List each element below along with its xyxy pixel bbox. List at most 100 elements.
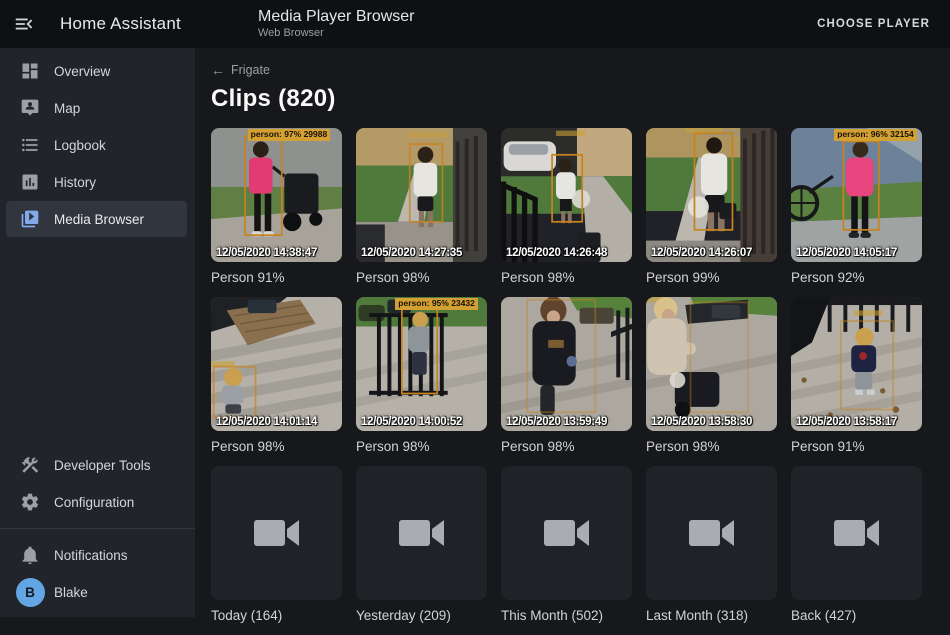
- clip-thumbnail: person: 96% 3215412/05/2020 14:05:17: [791, 128, 922, 262]
- clip-card[interactable]: 12/05/2020 14:27:35 Person 98%: [356, 128, 487, 285]
- clip-label: Person 91%: [211, 270, 342, 285]
- folder-card[interactable]: Today (164): [211, 466, 342, 623]
- sidebar-item-label: Notifications: [54, 548, 128, 563]
- clip-thumbnail: person: 97% 2998812/05/2020 14:38:47: [211, 128, 342, 262]
- app-title: Home Assistant: [60, 14, 181, 34]
- folder-card[interactable]: Yesterday (209): [356, 466, 487, 623]
- clip-timestamp: 12/05/2020 13:58:30: [651, 416, 752, 428]
- folder-card[interactable]: This Month (502): [501, 466, 632, 623]
- developer-tools-icon: [20, 455, 40, 475]
- clip-timestamp: 12/05/2020 14:05:17: [796, 247, 897, 259]
- clip-scene-image: [356, 128, 487, 262]
- sidebar-item-label: Configuration: [54, 495, 134, 510]
- view-dashboard-icon: [20, 61, 40, 81]
- page-title-block: Media Player Browser Web Browser: [258, 7, 415, 40]
- clip-scene-image: [501, 297, 632, 431]
- folder-thumbnail: [211, 466, 342, 600]
- clip-card[interactable]: person: 95% 23432 12/05/2020 14:00:52 Pers…: [356, 297, 487, 454]
- clip-card[interactable]: 12/05/2020 14:26:48 Person 98%: [501, 128, 632, 285]
- clip-timestamp: 12/05/2020 13:58:17: [796, 416, 897, 428]
- folder-card[interactable]: Last Month (318): [646, 466, 777, 623]
- clip-label: Person 99%: [646, 270, 777, 285]
- sidebar-item-label: Logbook: [54, 138, 106, 153]
- clip-label: Person 98%: [211, 439, 342, 454]
- video-camera-icon: [689, 516, 735, 550]
- clip-card[interactable]: 12/05/2020 13:59:49Person 98%: [501, 297, 632, 454]
- clip-label: Person 91%: [791, 439, 922, 454]
- sidebar-item-label: History: [54, 175, 96, 190]
- video-camera-icon: [834, 516, 880, 550]
- clip-timestamp: 12/05/2020 14:01:14: [216, 416, 317, 428]
- sidebar-item-map[interactable]: Map: [6, 90, 187, 126]
- avatar: B: [16, 578, 45, 607]
- folder-label: Back (427): [791, 608, 922, 623]
- choose-player-button[interactable]: CHOOSE PLAYER: [811, 0, 936, 48]
- sidebar-divider: [0, 528, 195, 529]
- sidebar-toggle-button[interactable]: [0, 0, 48, 48]
- media-browser-icon: [20, 209, 40, 229]
- clip-thumbnail: 12/05/2020 14:26:48: [501, 128, 632, 262]
- sidebar-item-logbook[interactable]: Logbook: [6, 127, 187, 163]
- clip-card[interactable]: person: 97% 2998812/05/2020 14:38:47 Pers…: [211, 128, 342, 285]
- sidebar-item-history[interactable]: History: [6, 164, 187, 200]
- clip-timestamp: 12/05/2020 13:59:49: [506, 416, 607, 428]
- clip-card[interactable]: person: 96% 3215412/05/2020 14:05:17 Pers…: [791, 128, 922, 285]
- folder-label: Last Month (318): [646, 608, 777, 623]
- clip-card[interactable]: 12/05/2020 13:58:17 Person 91%: [791, 297, 922, 454]
- clip-label: Person 98%: [646, 439, 777, 454]
- clip-label: Person 98%: [501, 270, 632, 285]
- folder-thumbnail: [356, 466, 487, 600]
- clip-scene-image: [211, 128, 342, 262]
- clip-scene-image: [501, 128, 632, 262]
- video-camera-icon: [254, 516, 300, 550]
- sidebar-item-developer-tools[interactable]: Developer Tools: [6, 447, 187, 483]
- clip-card[interactable]: 12/05/2020 14:26:07 Person 99%: [646, 128, 777, 285]
- user-name: Blake: [54, 585, 88, 600]
- page-heading: Clips (820): [211, 85, 950, 113]
- detection-label: person: 95% 23432: [395, 298, 478, 310]
- clip-thumbnail: person: 95% 23432 12/05/2020 14:00:52: [356, 297, 487, 431]
- sidebar-user-row[interactable]: B Blake: [6, 574, 187, 610]
- sidebar-item-overview[interactable]: Overview: [6, 53, 187, 89]
- clip-timestamp: 12/05/2020 14:00:52: [361, 416, 462, 428]
- sidebar-item-media-browser[interactable]: Media Browser: [6, 201, 187, 237]
- breadcrumb-back-link[interactable]: ← Frigate: [211, 62, 270, 78]
- clip-thumbnail: 12/05/2020 14:01:14: [211, 297, 342, 431]
- video-camera-icon: [544, 516, 590, 550]
- clip-scene-image: [791, 297, 922, 431]
- sidebar-item-label: Overview: [54, 64, 110, 79]
- clip-label: Person 98%: [356, 439, 487, 454]
- clip-scene-image: [646, 128, 777, 262]
- folder-card[interactable]: Back (427): [791, 466, 922, 623]
- clip-timestamp: 12/05/2020 14:27:35: [361, 247, 462, 259]
- clip-thumbnail: 12/05/2020 14:27:35: [356, 128, 487, 262]
- clip-thumbnail: 12/05/2020 13:58:17: [791, 297, 922, 431]
- clip-scene-image: [211, 297, 342, 431]
- clip-thumbnail: 12/05/2020 14:26:07: [646, 128, 777, 262]
- page-subtitle: Web Browser: [258, 27, 415, 40]
- clip-card[interactable]: 12/05/2020 14:01:14 Person 98%: [211, 297, 342, 454]
- history-icon: [20, 172, 40, 192]
- folder-thumbnail: [501, 466, 632, 600]
- breadcrumb-label: Frigate: [231, 63, 270, 77]
- sidebar-item-label: Media Browser: [54, 212, 144, 227]
- map-icon: [20, 98, 40, 118]
- clip-thumbnail: 12/05/2020 13:58:30: [646, 297, 777, 431]
- clip-label: Person 98%: [356, 270, 487, 285]
- detection-label: person: 97% 29988: [248, 129, 331, 141]
- clip-label: Person 92%: [791, 270, 922, 285]
- logbook-icon: [20, 135, 40, 155]
- top-app-bar: Home Assistant Media Player Browser Web …: [0, 0, 950, 48]
- main-content: ← Frigate Clips (820) person: 97% 299881…: [195, 48, 950, 617]
- sidebar-item-configuration[interactable]: Configuration: [6, 484, 187, 520]
- clip-thumbnail: 12/05/2020 13:59:49: [501, 297, 632, 431]
- configuration-icon: [20, 492, 40, 512]
- folder-label: This Month (502): [501, 608, 632, 623]
- video-camera-icon: [399, 516, 445, 550]
- notifications-icon: [20, 545, 40, 565]
- sidebar-item-notifications[interactable]: Notifications: [6, 537, 187, 573]
- clip-card[interactable]: 12/05/2020 13:58:30 Person 98%: [646, 297, 777, 454]
- folder-label: Today (164): [211, 608, 342, 623]
- clip-scene-image: [356, 297, 487, 431]
- sidebar: Overview Map Logbook History Media Browser D…: [0, 48, 195, 617]
